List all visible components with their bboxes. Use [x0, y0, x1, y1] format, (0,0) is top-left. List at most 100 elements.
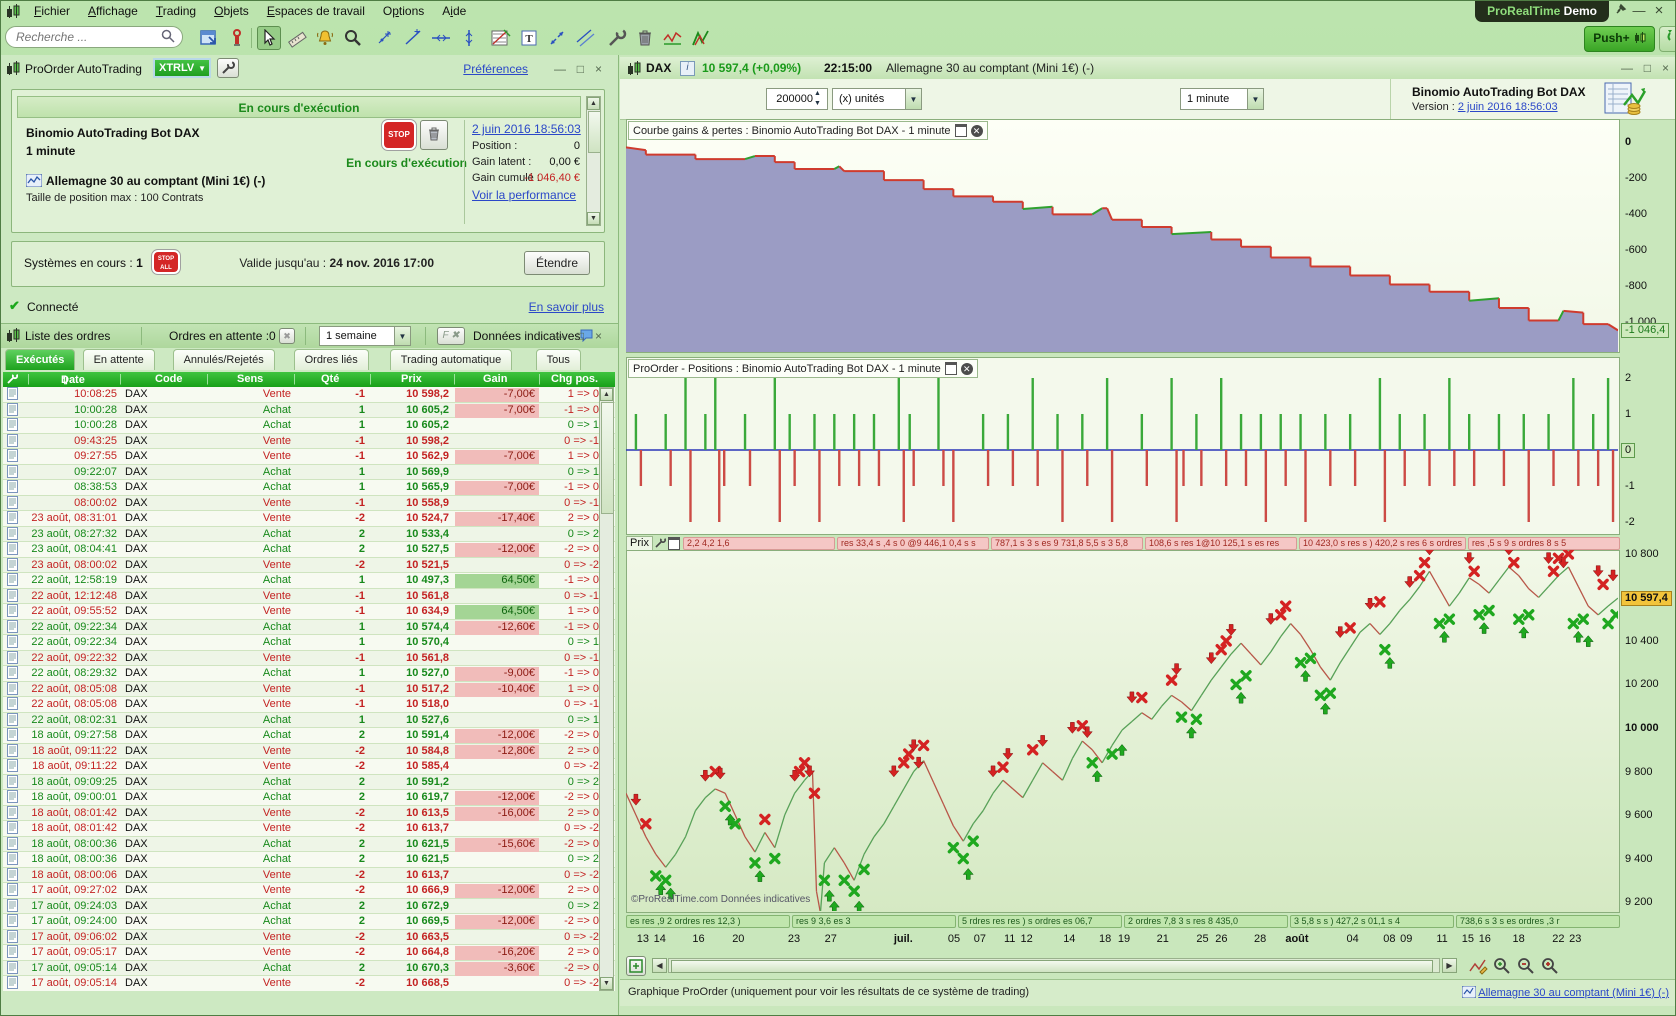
- orders-minimize-icon[interactable]: —: [554, 329, 566, 343]
- zoom-in-icon[interactable]: [1540, 956, 1560, 981]
- tab-ex-cut-s[interactable]: Exécutés: [5, 349, 75, 370]
- tab-annul-s-rejet-s[interactable]: Annulés/Rejetés: [173, 349, 275, 370]
- tab-tous[interactable]: Tous: [536, 349, 581, 370]
- refresh-button[interactable]: [1659, 26, 1676, 52]
- table-row[interactable]: 22 août, 08:29:32DAXAchat110 527,0-9,00€…: [3, 666, 615, 682]
- order-details-icon[interactable]: [7, 449, 18, 465]
- clear-pending-icon[interactable]: ✖: [279, 328, 295, 344]
- order-details-icon[interactable]: [7, 480, 18, 496]
- horizontal-line-icon[interactable]: [429, 26, 453, 50]
- order-details-icon[interactable]: [7, 759, 18, 775]
- orders-maximize-icon[interactable]: □: [577, 329, 584, 343]
- table-row[interactable]: 22 août, 08:05:08DAXVente-110 517,2-10,4…: [3, 682, 615, 698]
- pointer-tool-icon[interactable]: [257, 26, 281, 50]
- chart-style-icon[interactable]: [689, 26, 713, 50]
- menu-options[interactable]: Options: [374, 1, 433, 22]
- table-row[interactable]: 18 août, 08:00:36DAXAchat210 621,5-15,60…: [3, 837, 615, 853]
- proorder-maximize-icon[interactable]: □: [577, 62, 584, 76]
- positions-chart[interactable]: [626, 358, 1618, 534]
- scroll-up-icon[interactable]: ▲: [587, 97, 600, 110]
- search-icon[interactable]: [161, 29, 175, 48]
- strategy-settings-button[interactable]: [217, 58, 239, 78]
- order-details-icon[interactable]: [7, 387, 18, 403]
- tab-ordres-li-s[interactable]: Ordres liés: [294, 349, 369, 370]
- orders-close-icon[interactable]: ×: [595, 329, 602, 343]
- order-details-icon[interactable]: [7, 899, 18, 915]
- table-row[interactable]: 22 août, 09:22:32DAXVente-110 561,80 => …: [3, 651, 615, 667]
- close-icon[interactable]: ✕: [971, 125, 983, 137]
- stepper-arrows[interactable]: ▲▼: [814, 89, 821, 109]
- zoom-reset-icon[interactable]: [1492, 956, 1512, 981]
- delete-system-button[interactable]: [420, 120, 448, 150]
- performance-report-icon[interactable]: [1604, 81, 1646, 122]
- orders-table-header[interactable]: | ⇧ Date |Code |Sens |Qté |Prix |Gain |C…: [3, 372, 615, 387]
- account-select[interactable]: XTRLV▼: [153, 58, 211, 78]
- order-details-icon[interactable]: [7, 744, 18, 760]
- detach-window-icon[interactable]: [945, 362, 957, 375]
- menu-aide[interactable]: Aide: [433, 1, 475, 22]
- order-details-icon[interactable]: [7, 821, 18, 837]
- order-details-icon[interactable]: [7, 961, 18, 977]
- proorder-minimize-icon[interactable]: —: [554, 62, 566, 76]
- card-scrollbar[interactable]: ▲ ▼: [586, 96, 601, 226]
- close-button[interactable]: ×: [1651, 3, 1667, 19]
- pin-icon[interactable]: [1613, 3, 1629, 19]
- push-button[interactable]: Push+: [1584, 26, 1655, 52]
- order-details-icon[interactable]: [7, 527, 18, 543]
- table-row[interactable]: 18 août, 09:09:25DAXAchat210 591,20 => 2: [3, 775, 615, 791]
- fit-chart-icon[interactable]: [626, 956, 646, 976]
- table-row[interactable]: 22 août, 08:05:08DAXVente-110 518,00 => …: [3, 697, 615, 713]
- point-tool-icon[interactable]: [373, 26, 397, 50]
- extend-button[interactable]: Étendre: [524, 251, 590, 275]
- scroll-down-icon[interactable]: ▼: [587, 212, 600, 225]
- table-row[interactable]: 10:00:28DAXAchat110 605,20 => 1: [3, 418, 615, 434]
- scroll-left-icon[interactable]: ◀: [652, 958, 667, 973]
- order-details-icon[interactable]: [7, 976, 18, 991]
- scroll-up-icon[interactable]: ▲: [600, 388, 613, 401]
- table-row[interactable]: 17 août, 09:24:03DAXAchat210 672,90 => 2: [3, 899, 615, 915]
- chart-maximize-icon[interactable]: □: [1644, 61, 1651, 75]
- status-instrument-link[interactable]: Allemagne 30 au comptant (Mini 1€) (-): [1478, 987, 1669, 999]
- parallel-lines-icon[interactable]: [573, 26, 597, 50]
- table-row[interactable]: 18 août, 08:01:42DAXVente-210 613,5-16,0…: [3, 806, 615, 822]
- menu-trading[interactable]: Trading: [147, 1, 205, 22]
- order-details-icon[interactable]: [7, 883, 18, 899]
- table-row[interactable]: 18 août, 09:00:01DAXAchat210 619,7-12,00…: [3, 790, 615, 806]
- order-details-icon[interactable]: [7, 496, 18, 512]
- new-window-icon[interactable]: [197, 26, 221, 50]
- annotate-chart-icon[interactable]: [1468, 956, 1488, 981]
- fibonacci-tool-icon[interactable]: [489, 26, 513, 50]
- order-details-icon[interactable]: [7, 930, 18, 946]
- orders-scrollbar[interactable]: ▲ ▼: [599, 387, 614, 991]
- proorder-close-icon[interactable]: ×: [595, 62, 602, 76]
- stop-all-button[interactable]: STOPALL: [152, 250, 180, 274]
- order-details-icon[interactable]: [7, 558, 18, 574]
- table-row[interactable]: 09:27:55DAXVente-110 562,9-7,00€1 => 0: [3, 449, 615, 465]
- table-row[interactable]: 17 août, 09:05:14DAXAchat210 670,3-3,60€…: [3, 961, 615, 977]
- indicator-chart-icon[interactable]: [661, 26, 685, 50]
- order-details-icon[interactable]: [7, 790, 18, 806]
- equity-chart[interactable]: [626, 120, 1618, 352]
- order-details-icon[interactable]: [7, 635, 18, 651]
- order-details-icon[interactable]: [7, 713, 18, 729]
- order-details-icon[interactable]: [7, 573, 18, 589]
- minimize-button[interactable]: —: [1631, 3, 1647, 19]
- order-details-icon[interactable]: [7, 852, 18, 868]
- order-details-icon[interactable]: [7, 728, 18, 744]
- zoom-out-icon[interactable]: [1516, 956, 1536, 981]
- chart-minimize-icon[interactable]: —: [1621, 61, 1633, 75]
- order-details-icon[interactable]: [7, 806, 18, 822]
- menu-objets[interactable]: Objets: [205, 1, 258, 22]
- order-details-icon[interactable]: [7, 682, 18, 698]
- table-row[interactable]: 22 août, 09:22:34DAXAchat110 570,40 => 1: [3, 635, 615, 651]
- settings-tools-icon[interactable]: [605, 26, 629, 50]
- table-row[interactable]: 18 août, 09:11:22DAXVente-210 584,8-12,8…: [3, 744, 615, 760]
- search-input[interactable]: [5, 26, 183, 48]
- order-details-icon[interactable]: [7, 620, 18, 636]
- alarm-bell-icon[interactable]: [313, 26, 337, 50]
- zoom-tool-icon[interactable]: [341, 26, 365, 50]
- table-row[interactable]: 09:43:25DAXVente-110 598,20 => -1: [3, 434, 615, 450]
- chart-close-icon[interactable]: ×: [1662, 61, 1669, 75]
- table-row[interactable]: 18 août, 09:27:58DAXAchat210 591,4-12,00…: [3, 728, 615, 744]
- table-row[interactable]: 17 août, 09:24:00DAXAchat210 669,5-12,00…: [3, 914, 615, 930]
